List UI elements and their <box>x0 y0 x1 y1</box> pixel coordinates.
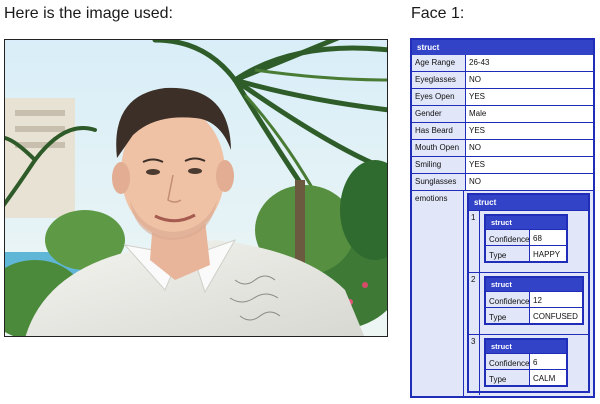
emotion-type-row: Type HAPPY <box>486 245 566 261</box>
attribute-row: Mouth Open NO <box>412 140 593 157</box>
emotion-confidence-value: 68 <box>530 230 566 245</box>
attribute-row: Eyeglasses NO <box>412 72 593 89</box>
emotion-type-row: Type CALM <box>486 369 566 385</box>
face-photo <box>4 39 388 337</box>
emotion-confidence-row: Confidence 68 <box>486 229 566 245</box>
face-heading: Face 1: <box>411 5 465 22</box>
emotion-type-key: Type <box>486 246 530 261</box>
emotion-type-value: HAPPY <box>530 246 566 261</box>
emotions-key: emotions <box>412 191 464 397</box>
attribute-key: Age Range <box>412 55 466 71</box>
attribute-row: Has Beard YES <box>412 123 593 140</box>
emotion-item: 1 struct Confidence 68 Type HAPPY <box>469 210 588 272</box>
attribute-key: Smiling <box>412 157 466 173</box>
emotion-confidence-row: Confidence 6 <box>486 353 566 369</box>
attribute-value: NO <box>466 174 593 190</box>
attribute-key: Sunglasses <box>412 174 466 190</box>
attribute-row: Age Range 26-43 <box>412 55 593 72</box>
emotion-confidence-value: 6 <box>530 354 566 369</box>
emotion-struct: struct Confidence 6 Type CALM <box>484 338 568 387</box>
emotions-row: emotions struct 1 struct Confidence 68 Type H… <box>412 191 593 397</box>
attribute-value: YES <box>466 123 593 139</box>
attribute-key: Mouth Open <box>412 140 466 156</box>
emotions-struct-header: struct <box>469 195 588 210</box>
emotion-confidence-value: 12 <box>530 292 582 307</box>
emotion-index: 3 <box>469 335 480 395</box>
emotion-type-value: CALM <box>530 370 566 385</box>
emotion-type-row: Type CONFUSED <box>486 307 582 323</box>
emotion-struct-header: struct <box>486 216 566 229</box>
emotion-item: 3 struct Confidence 6 Type CALM <box>469 334 588 395</box>
attribute-value: NO <box>466 140 593 156</box>
emotion-confidence-row: Confidence 12 <box>486 291 582 307</box>
face-struct-table: struct Age Range 26-43 Eyeglasses NO Eyes Op… <box>410 38 595 398</box>
attribute-row: Eyes Open YES <box>412 89 593 106</box>
emotion-confidence-key: Confidence <box>486 354 530 369</box>
emotion-struct-header: struct <box>486 278 582 291</box>
emotion-item: 2 struct Confidence 12 Type CONFUSED <box>469 272 588 334</box>
emotion-struct: struct Confidence 12 Type CONFUSED <box>484 276 584 325</box>
emotion-index: 2 <box>469 273 480 334</box>
emotion-confidence-key: Confidence <box>486 230 530 245</box>
attribute-key: Eyes Open <box>412 89 466 105</box>
attribute-value: NO <box>466 72 593 88</box>
emotion-confidence-key: Confidence <box>486 292 530 307</box>
attribute-row: Smiling YES <box>412 157 593 174</box>
struct-header: struct <box>412 40 593 55</box>
attribute-value: YES <box>466 89 593 105</box>
emotion-index: 1 <box>469 211 480 272</box>
attribute-value: Male <box>466 106 593 122</box>
emotion-struct: struct Confidence 68 Type HAPPY <box>484 214 568 263</box>
emotion-type-key: Type <box>486 370 530 385</box>
attribute-row: Gender Male <box>412 106 593 123</box>
attribute-value: YES <box>466 157 593 173</box>
emotion-struct-header: struct <box>486 340 566 353</box>
emotions-list: struct 1 struct Confidence 68 Type HAPPY 2 stru… <box>467 193 590 395</box>
attribute-key: Has Beard <box>412 123 466 139</box>
emotion-type-value: CONFUSED <box>530 308 582 323</box>
emotion-type-key: Type <box>486 308 530 323</box>
image-heading: Here is the image used: <box>4 5 173 22</box>
attribute-value: 26-43 <box>466 55 593 71</box>
attribute-key: Gender <box>412 106 466 122</box>
attribute-row: Sunglasses NO <box>412 174 593 191</box>
attribute-key: Eyeglasses <box>412 72 466 88</box>
